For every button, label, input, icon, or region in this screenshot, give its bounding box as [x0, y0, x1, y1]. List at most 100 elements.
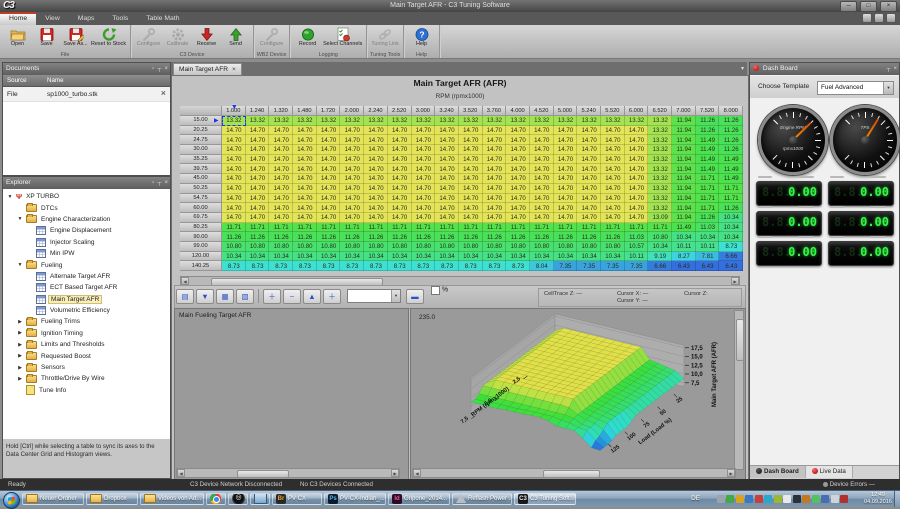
afr-cell[interactable]: 10.34: [293, 252, 317, 262]
afr-cell[interactable]: 14.70: [412, 213, 436, 223]
afr-cell[interactable]: 14.70: [388, 164, 412, 174]
afr-cell[interactable]: 14.70: [577, 155, 601, 165]
afr-cell[interactable]: 14.70: [554, 184, 578, 194]
afr-cell[interactable]: 14.70: [222, 135, 246, 145]
tree-closed-icon[interactable]: ▶: [16, 319, 24, 325]
afr-cell[interactable]: 10.57: [625, 242, 649, 252]
taskbar-item-pv-cx-indian-[interactable]: PsPV-CX-Indian_...: [324, 493, 386, 505]
afr-cell[interactable]: 14.70: [530, 184, 554, 194]
afr-cell[interactable]: 8.73: [246, 261, 270, 271]
afr-cell[interactable]: 14.70: [293, 135, 317, 145]
afr-cell[interactable]: 11.71: [340, 223, 364, 233]
tray-icon[interactable]: [831, 495, 839, 503]
tray-icon[interactable]: [821, 495, 829, 503]
percent-checkbox[interactable]: [431, 286, 440, 295]
afr-cell[interactable]: 11.94: [672, 116, 696, 126]
afr-cell[interactable]: 11.71: [696, 203, 720, 213]
afr-cell[interactable]: 14.70: [577, 145, 601, 155]
afr-cell[interactable]: 11.71: [530, 223, 554, 233]
afr-cell[interactable]: 14.70: [388, 194, 412, 204]
tree-item-min-ipw[interactable]: Min IPW: [3, 248, 170, 259]
afr-cell[interactable]: 13.32: [222, 116, 246, 126]
taskbar-item-neuer-ordner[interactable]: Neuer Ordner: [22, 493, 84, 505]
skin-button[interactable]: [874, 13, 884, 23]
col-header[interactable]: 3.760: [483, 106, 507, 116]
afr-cell[interactable]: 14.70: [625, 135, 649, 145]
col-header[interactable]: 5.000: [554, 106, 578, 116]
afr-cell[interactable]: 14.70: [412, 203, 436, 213]
afr-cell[interactable]: 14.70: [412, 155, 436, 165]
afr-cell[interactable]: 10.34: [388, 252, 412, 262]
col-header[interactable]: 7.520: [696, 106, 720, 116]
afr-cell[interactable]: 14.70: [364, 126, 388, 136]
afr-cell[interactable]: 11.49: [672, 223, 696, 233]
dock-icon[interactable]: ▫: [152, 177, 154, 189]
tray-icon[interactable]: [745, 495, 753, 503]
digital-display[interactable]: 8.8.0.00: [756, 241, 822, 266]
afr-cell[interactable]: 14.70: [435, 126, 459, 136]
col-header[interactable]: 6.000: [625, 106, 649, 116]
taskbar-item-pv-cx[interactable]: BrPV CX: [272, 493, 322, 505]
afr-cell[interactable]: 14.70: [459, 164, 483, 174]
afr-cell[interactable]: 14.70: [459, 203, 483, 213]
afr-cell[interactable]: 11.26: [577, 232, 601, 242]
afr-cell[interactable]: 14.70: [601, 213, 625, 223]
afr-cell[interactable]: 10.80: [293, 242, 317, 252]
tree-item-engine-displacement[interactable]: Engine Displacement: [3, 225, 170, 236]
afr-cell[interactable]: 14.70: [459, 174, 483, 184]
afr-cell[interactable]: 10.80: [530, 242, 554, 252]
afr-cell[interactable]: 11.26: [222, 232, 246, 242]
afr-cell[interactable]: 11.26: [719, 116, 743, 126]
afr-cell[interactable]: 11.49: [696, 155, 720, 165]
afr-cell[interactable]: 13.32: [648, 116, 672, 126]
afr-cell[interactable]: 14.70: [435, 184, 459, 194]
afr-cell[interactable]: 14.70: [530, 155, 554, 165]
tree-item-limits-and-thresholds[interactable]: ▶Limits and Thresholds: [3, 339, 170, 350]
afr-cell[interactable]: 14.70: [364, 164, 388, 174]
afr-cell[interactable]: 11.26: [530, 232, 554, 242]
afr-cell[interactable]: 13.32: [648, 203, 672, 213]
afr-cell[interactable]: 11.49: [719, 174, 743, 184]
afr-cell[interactable]: 11.94: [672, 203, 696, 213]
afr-cell[interactable]: 8.27: [672, 252, 696, 262]
pin-icon[interactable]: ┬: [886, 63, 890, 75]
afr-cell[interactable]: 14.70: [459, 184, 483, 194]
afr-cell[interactable]: 13.32: [648, 164, 672, 174]
afr-cell[interactable]: 14.70: [601, 203, 625, 213]
afr-cell[interactable]: 14.70: [246, 145, 270, 155]
afr-cell[interactable]: 11.26: [412, 232, 436, 242]
afr-cell[interactable]: 14.70: [222, 126, 246, 136]
afr-cell[interactable]: 10.80: [648, 232, 672, 242]
afr-cell[interactable]: 14.70: [293, 194, 317, 204]
afr-cell[interactable]: 11.26: [459, 232, 483, 242]
afr-cell[interactable]: 11.94: [672, 135, 696, 145]
afr-cell[interactable]: 10.34: [577, 252, 601, 262]
afr-cell[interactable]: 14.70: [577, 126, 601, 136]
afr-cell[interactable]: 8.73: [340, 261, 364, 271]
close-icon[interactable]: ×: [164, 177, 168, 189]
afr-cell[interactable]: 8.73: [506, 261, 530, 271]
afr-cell[interactable]: 14.70: [459, 213, 483, 223]
afr-cell[interactable]: 14.70: [483, 164, 507, 174]
afr-cell[interactable]: 14.70: [625, 184, 649, 194]
afr-cell[interactable]: 14.70: [506, 126, 530, 136]
tray-icon[interactable]: [812, 495, 820, 503]
minimize-button[interactable]: ─: [840, 1, 857, 12]
afr-cell[interactable]: 11.26: [269, 232, 293, 242]
afr-cell[interactable]: 14.70: [269, 126, 293, 136]
afr-cell[interactable]: 14.70: [625, 194, 649, 204]
afr-cell[interactable]: 10.34: [483, 252, 507, 262]
afr-cell[interactable]: 13.32: [364, 116, 388, 126]
dash-tab-dash-board[interactable]: Dash Board: [750, 466, 806, 478]
afr-cell[interactable]: 11.71: [364, 223, 388, 233]
afr-cell[interactable]: 14.70: [364, 184, 388, 194]
receive-button[interactable]: Receive: [192, 26, 221, 48]
row-header[interactable]: 54.75: [180, 194, 222, 204]
afr-cell[interactable]: 8.73: [412, 261, 436, 271]
afr-cell[interactable]: 10.34: [317, 252, 341, 262]
help-button[interactable]: ?Help: [407, 26, 436, 48]
afr-cell[interactable]: 14.70: [269, 194, 293, 204]
afr-cell[interactable]: 13.32: [648, 184, 672, 194]
afr-cell[interactable]: 14.70: [435, 164, 459, 174]
tray-icon[interactable]: [755, 495, 763, 503]
